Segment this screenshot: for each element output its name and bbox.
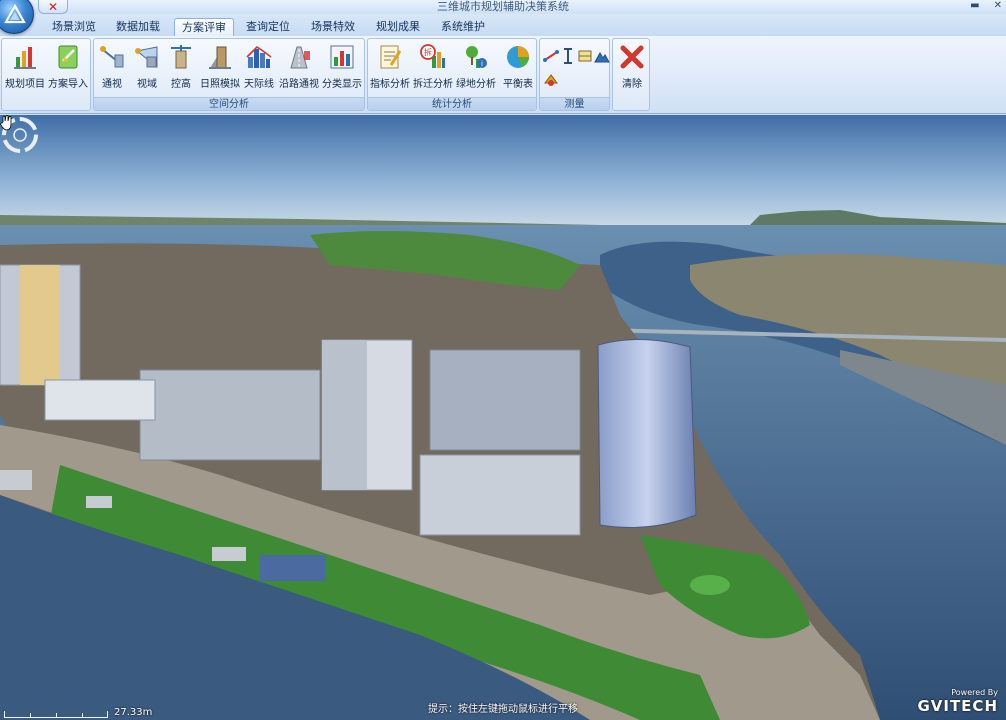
clear-icon [620,45,644,69]
distance-icon[interactable] [543,48,559,64]
tab-scene-browse[interactable]: 场景浏览 [44,18,104,36]
sunlight-icon [209,46,231,69]
status-hint: 提示：按住左键拖动鼠标进行平移 [428,704,578,715]
button-label: 清除 [622,79,642,90]
minimize-button[interactable]: ▬ [970,0,979,12]
demolition-icon: 拆 [420,44,445,68]
ribbon-group-clear: 清除 [612,38,650,111]
greenland-icon: i [466,46,487,68]
ribbon-group-statistics: 指标分析 拆 拆迁分析 i 绿地分析 平衡表 统计分析 [367,38,537,111]
height-control-icon [171,45,191,69]
line-of-sight-icon [100,46,124,68]
volume-icon[interactable] [543,71,559,87]
tab-scene-effects[interactable]: 场景特效 [303,18,363,36]
classify-display-button[interactable]: 分类显示 [320,42,364,92]
planning-project-button[interactable]: 规划项目 [3,42,47,92]
ribbon-panel: 规划项目 方案导入 通视 视域 控高 日照模拟 天际线 沿路通视 分类显示 空间… [0,36,1006,114]
ribbon-tab-row: 场景浏览 数据加载 方案评审 查询定位 场景特效 规划成果 系统维护 [0,14,1006,36]
window-controls: ▬ ✕ [970,0,1002,12]
svg-text:拆: 拆 [424,47,432,57]
plan-import-button[interactable]: 方案导入 [46,42,90,92]
tab-planning-results[interactable]: 规划成果 [368,18,428,36]
brand-logo: Powered By GVITECH [917,688,998,715]
ribbon-group-project: 规划项目 方案导入 [1,38,91,111]
clear-button[interactable]: 清除 [610,42,654,92]
indicator-analysis-button[interactable]: 指标分析 [368,42,412,92]
skyline-icon [246,45,272,68]
button-label: 分类显示 [322,79,362,90]
import-icon [58,45,78,69]
bar-chart-icon [14,47,36,69]
svg-text:i: i [481,60,483,68]
height-icon[interactable] [560,48,576,64]
close-button[interactable]: ✕ [994,0,1002,12]
balance-table-button[interactable]: 平衡表 [496,42,540,92]
brand-powered-by: Powered By [951,688,998,697]
window-title: 三维城市规划辅助决策系统 [437,0,569,13]
tab-system-maintenance[interactable]: 系统维护 [433,18,493,36]
tab-query-locate[interactable]: 查询定位 [238,18,298,36]
tab-plan-review[interactable]: 方案评审 [174,18,234,36]
group-label: 统计分析 [368,97,536,110]
classify-icon [330,45,354,69]
road-sight-button[interactable]: 沿路通视 [277,42,321,92]
indicator-icon [380,45,402,69]
group-label: 空间分析 [94,97,364,110]
brand-name: GVITECH [917,697,998,715]
viewshed-icon [135,46,158,69]
area-icon[interactable] [577,48,593,64]
road-sight-icon [290,46,310,69]
hand-cursor-icon [0,115,12,131]
button-label: 平衡表 [503,79,533,90]
pie-chart-icon [507,46,529,68]
ribbon-group-measure: 测量 [539,38,610,111]
app-logo-icon [4,4,26,24]
city-scene-image [0,115,1006,720]
tab-data-load[interactable]: 数据加载 [108,18,168,36]
terrain-icon[interactable] [594,48,610,64]
scene-viewport[interactable]: 27.33m 提示：按住左键拖动鼠标进行平移 Powered By GVITEC… [0,115,1006,720]
ribbon-group-spatial-analysis: 通视 视域 控高 日照模拟 天际线 沿路通视 分类显示 空间分析 [93,38,365,111]
quick-close-button[interactable]: ✕ [38,0,68,14]
demolition-analysis-button[interactable]: 拆 拆迁分析 [411,42,455,92]
title-bar: 三维城市规划辅助决策系统 ▬ ✕ [0,0,1006,14]
group-label: 测量 [540,97,609,110]
